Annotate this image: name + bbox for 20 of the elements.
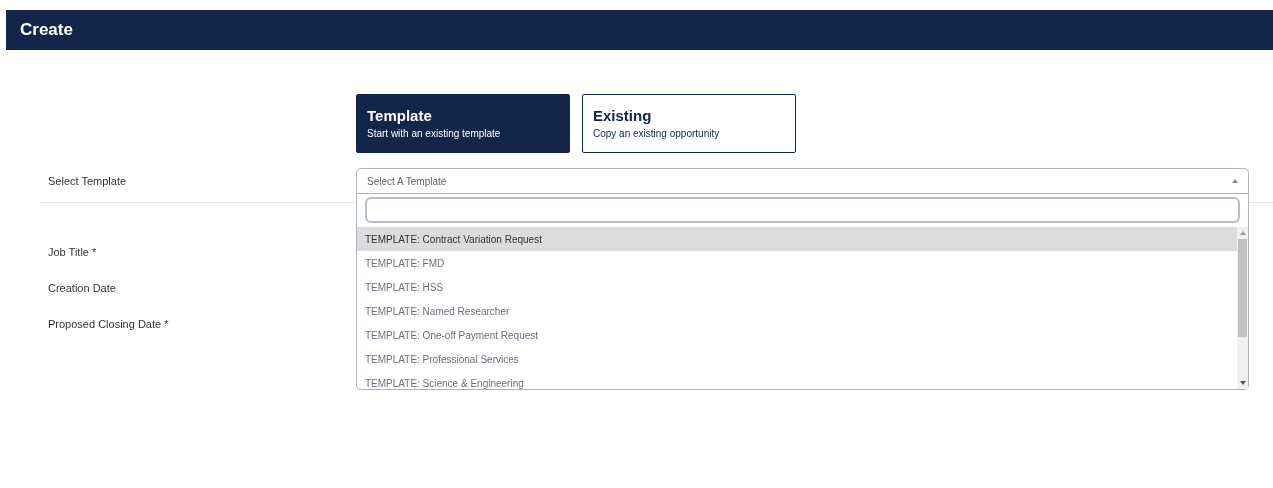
scrollbar-thumb[interactable] [1238, 239, 1247, 337]
page-title: Create [20, 19, 73, 42]
mode-tab[interactable]: Existing Copy an existing opportunity [582, 94, 796, 153]
template-option[interactable]: TEMPLATE: FMD [357, 251, 1237, 275]
mode-tab[interactable]: Template Start with an existing template [356, 94, 570, 153]
template-option[interactable]: TEMPLATE: Named Researcher [357, 299, 1237, 323]
template-option[interactable]: TEMPLATE: One-off Payment Request [357, 323, 1237, 347]
template-option[interactable]: TEMPLATE: Professional Services [357, 347, 1237, 371]
template-option[interactable]: TEMPLATE: HSS [357, 275, 1237, 299]
scroll-up-icon[interactable] [1239, 231, 1246, 235]
field-label: Creation Date [48, 281, 116, 296]
template-option[interactable]: TEMPLATE: Science & Engineering [357, 371, 1237, 389]
field-label: Select Template [48, 174, 128, 189]
field-label: Proposed Closing Date * [48, 317, 169, 332]
field-label: Job Title * [48, 245, 97, 260]
search-field[interactable] [365, 197, 1240, 223]
caret-icon [1232, 179, 1238, 183]
template-option[interactable]: TEMPLATE: Contract Variation Request [357, 227, 1237, 251]
scroll-down-icon[interactable] [1239, 381, 1246, 385]
template-select[interactable]: Select A Template [356, 168, 1249, 194]
